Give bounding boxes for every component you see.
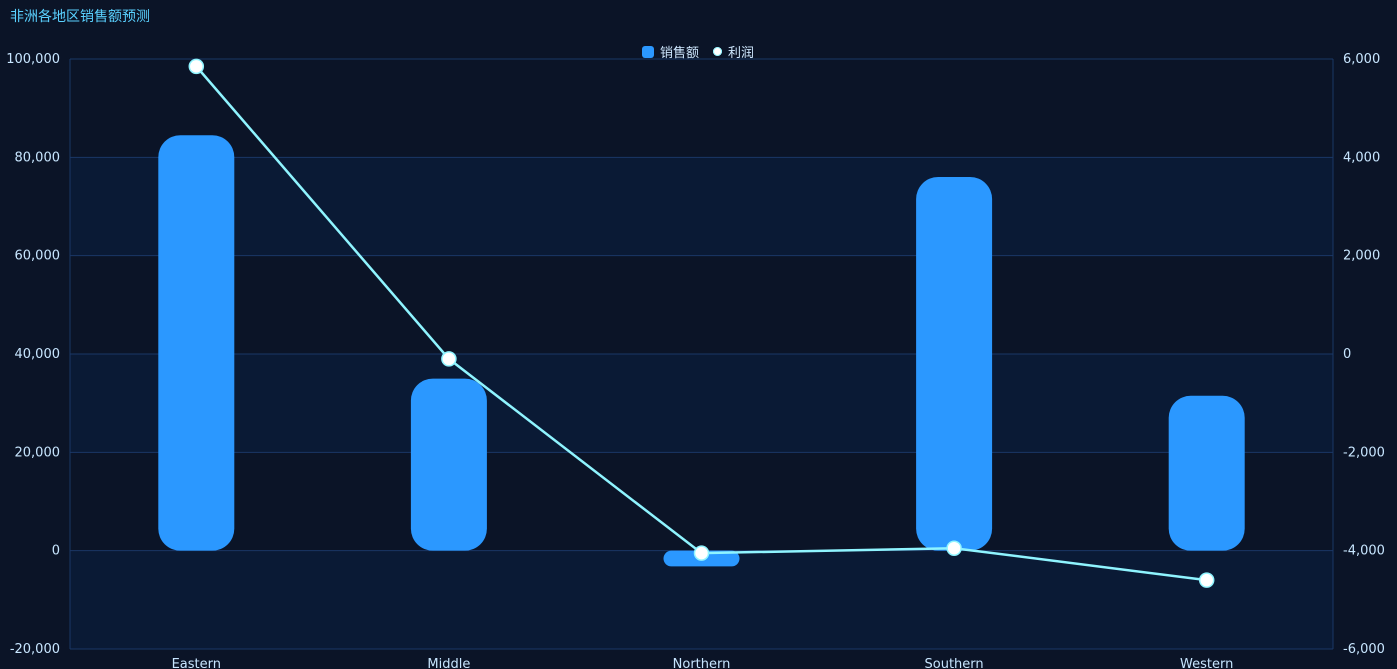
- y-right-tick-label: 2,000: [1343, 249, 1380, 264]
- chart-root: 非洲各地区销售额预测 销售额 利润 -20,000 0 20,000 40,000 60…: [0, 0, 1397, 669]
- bar-middle[interactable]: [410, 378, 487, 551]
- profit-point-western[interactable]: [1198, 572, 1215, 588]
- y-left-tick-label: 60,000: [15, 249, 61, 264]
- bar-western[interactable]: [1168, 395, 1245, 551]
- x-tick-label: Eastern: [172, 657, 221, 669]
- x-tick-label: Northern: [673, 657, 731, 669]
- profit-point-southern[interactable]: [946, 540, 962, 556]
- y-right-tick-label: 0: [1343, 347, 1351, 362]
- profit-point-middle[interactable]: [441, 351, 457, 367]
- y-right-tick-label: -4,000: [1343, 544, 1385, 559]
- bar-southern[interactable]: [916, 177, 993, 551]
- profit-point-northern[interactable]: [693, 545, 710, 561]
- grid-band: [70, 255, 1333, 354]
- x-tick-label: Middle: [427, 657, 470, 669]
- chart-canvas: -20,000 0 20,000 40,000 60,000 80,000 100,000 -…: [6, 52, 1385, 669]
- y-right-tick-label: 6,000: [1343, 52, 1380, 67]
- y-right-tick-label: 4,000: [1343, 150, 1380, 165]
- grid-band: [70, 59, 1333, 158]
- y-right-tick-label: -6,000: [1343, 642, 1385, 657]
- y-left-tick-label: 20,000: [15, 445, 61, 460]
- y-left-tick-label: 40,000: [15, 347, 61, 362]
- grid-band: [70, 452, 1333, 551]
- x-tick-label: Southern: [925, 657, 984, 669]
- bar-eastern[interactable]: [158, 135, 235, 551]
- x-tick-label: Western: [1180, 657, 1233, 669]
- profit-point-eastern[interactable]: [188, 58, 205, 75]
- grid-band: [70, 354, 1333, 453]
- y-left-tick-label: -20,000: [10, 642, 60, 657]
- grid-band: [70, 157, 1333, 256]
- y-left-tick-label: 100,000: [6, 52, 60, 67]
- y-left-tick-label: 0: [52, 544, 60, 559]
- y-right-tick-label: -2,000: [1343, 445, 1385, 460]
- y-left-tick-label: 80,000: [15, 150, 61, 165]
